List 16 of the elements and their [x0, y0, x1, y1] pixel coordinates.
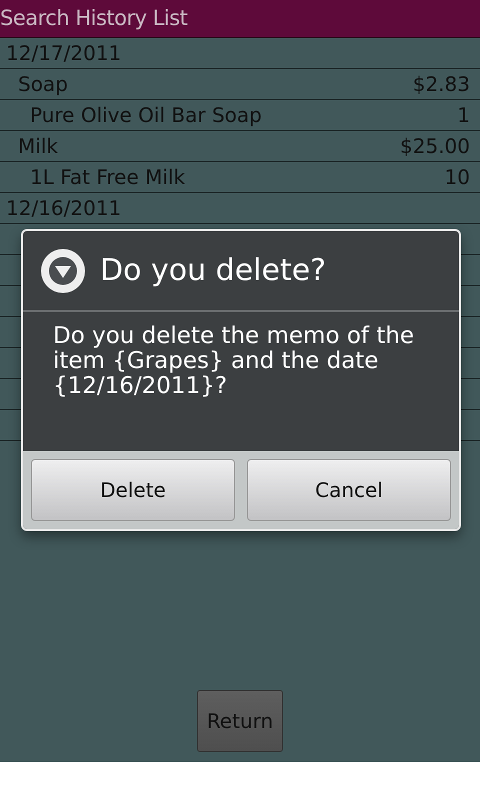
dialog-button[interactable]: Delete: [31, 459, 235, 521]
date-label: 12/16/2011: [6, 195, 122, 222]
dialog-title: Do you delete?: [100, 252, 326, 290]
item-name: Pure Olive Oil Bar Soap: [30, 102, 262, 129]
item-quantity: 1: [457, 102, 470, 129]
item-price: $2.83: [412, 71, 470, 98]
item-name: Milk: [18, 133, 58, 160]
item-name: 1L Fat Free Milk: [30, 164, 186, 191]
dialog-button[interactable]: Cancel: [247, 459, 451, 521]
dialog-message: Do you delete the memo of the item {Grapes} and the date {12/16/2011}?: [53, 324, 416, 399]
item-quantity: 10: [444, 164, 470, 191]
dropdown-icon: [40, 248, 86, 294]
screen-title: Search History List: [0, 4, 188, 32]
item-name: Soap: [18, 71, 68, 98]
item-price: $25.00: [400, 133, 470, 160]
date-label: 12/17/2011: [6, 40, 122, 67]
